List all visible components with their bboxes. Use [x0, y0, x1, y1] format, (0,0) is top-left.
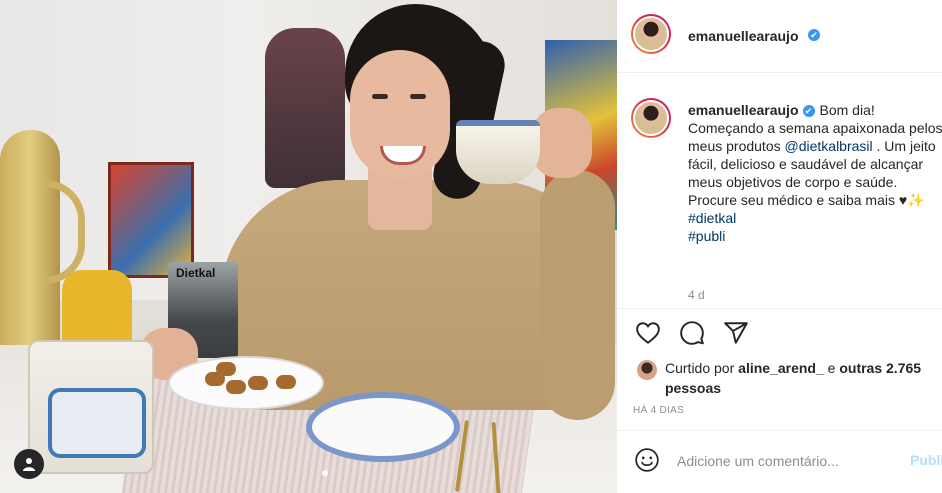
verified-badge-icon: ✔ [808, 29, 820, 41]
tea-cup [456, 120, 540, 184]
author-avatar-image [633, 16, 669, 52]
snack-package-brand: Dietkal [176, 266, 216, 280]
post-side-panel: emanuellearaujo ✔ emanuellearaujo ✔ Bom di… [617, 0, 942, 493]
hashtag-link-publi[interactable]: #publi [688, 227, 942, 245]
person-hand-right [532, 108, 592, 178]
cookie [226, 380, 246, 394]
like-button[interactable] [633, 319, 663, 349]
liker-avatar[interactable] [637, 360, 657, 380]
caption-author-avatar[interactable] [631, 98, 671, 138]
divider [617, 308, 942, 309]
likes-text: Curtido por aline_arend_ e outras 2.765 … [665, 358, 937, 398]
cookie [276, 375, 296, 389]
emoji-button[interactable] [632, 446, 662, 476]
comment-button[interactable] [677, 319, 707, 349]
comment-icon [680, 320, 704, 345]
saucer [306, 392, 460, 462]
cookie-plate [168, 356, 324, 410]
comment-input[interactable] [677, 449, 899, 473]
divider [617, 430, 942, 431]
author-avatar[interactable] [631, 14, 671, 54]
likes-prefix: Curtido por [665, 360, 735, 376]
likes-connector: e [827, 360, 836, 376]
caption-author-avatar-image [633, 100, 669, 136]
caption-text: emanuellearaujo ✔ Bom dia! Começando a sem… [688, 101, 942, 245]
hanging-coat [265, 28, 345, 188]
author-username[interactable]: emanuellearaujo [688, 28, 799, 44]
publish-button[interactable]: Publi [910, 452, 942, 468]
caption-timestamp[interactable]: 4 d [688, 288, 705, 302]
smiley-icon [635, 447, 659, 472]
carousel-dot [322, 470, 328, 476]
post-date[interactable]: HÁ 4 DIAS [633, 405, 684, 416]
post-header: emanuellearaujo ✔ [617, 0, 942, 73]
share-button[interactable] [721, 319, 751, 349]
person-eye-right [410, 94, 426, 99]
post-photo[interactable]: Dietkal [0, 0, 617, 493]
cookie [216, 362, 236, 376]
caption-verified-badge-icon: ✔ [802, 105, 815, 118]
hashtag-link-dietkal[interactable]: #dietkal [688, 209, 942, 227]
user-icon [23, 458, 35, 471]
share-icon [724, 321, 748, 344]
caption-mention-link[interactable]: @dietkalbrasil [785, 138, 873, 154]
caption-author-username[interactable]: emanuellearaujo [688, 102, 799, 118]
wall-painting-left [108, 162, 194, 278]
person-arm [540, 170, 615, 420]
cookie [248, 376, 268, 390]
tagged-users-button[interactable] [14, 449, 44, 479]
porcelain-jug-decoration [48, 388, 146, 458]
heart-icon [636, 321, 660, 344]
liker-username[interactable]: aline_arend_ [738, 360, 824, 376]
person-eye-left [372, 94, 388, 99]
